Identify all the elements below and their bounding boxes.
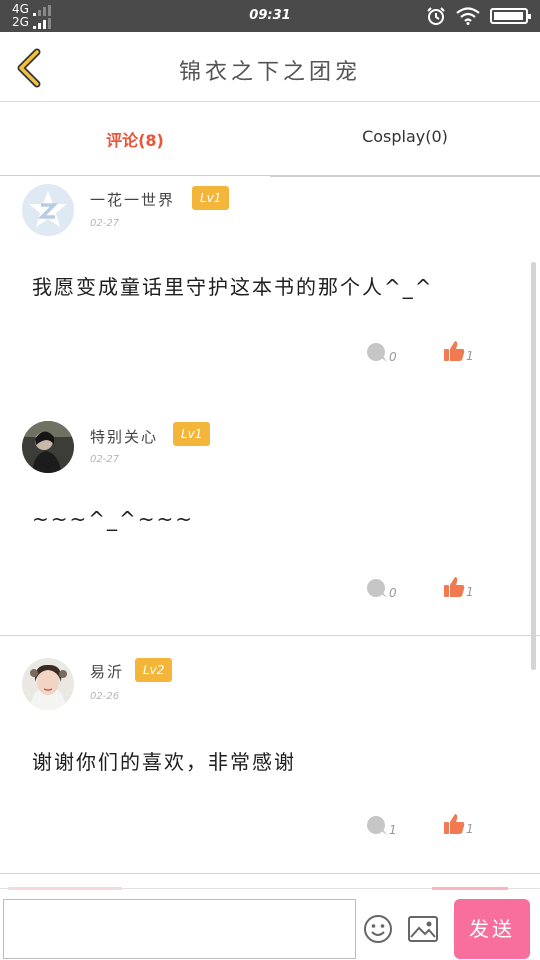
default-avatar-icon [22, 184, 74, 236]
tab-comments[interactable]: 评论(8) [0, 103, 270, 175]
user-photo-icon [22, 421, 74, 473]
comment-date: 02-27 [90, 454, 120, 465]
comment-bubble-icon [367, 579, 387, 598]
comment-text: 我愿变成童话里守护这本书的那个人^_^ [32, 275, 434, 299]
battery-level [494, 12, 523, 20]
thumbs-up-icon [444, 814, 465, 834]
like-button[interactable]: 1 [443, 340, 474, 362]
picture-icon [408, 916, 438, 942]
next-item-peek [432, 887, 508, 890]
next-item-peek [8, 887, 122, 890]
level-badge: Lv1 [173, 422, 211, 446]
comment-username[interactable]: 一花一世界 [90, 189, 175, 210]
avatar[interactable] [22, 184, 74, 236]
comment-text: ~~~^_^~~~ [32, 507, 195, 531]
alarm-icon [427, 7, 445, 25]
comment-item: 特别关心 Lv1 02-27 ~~~^_^~~~ 0 1 [0, 402, 540, 635]
like-button[interactable]: 1 [443, 813, 474, 835]
comment-composer: 发送 [0, 887, 540, 960]
level-badge: Lv2 [135, 658, 173, 682]
like-button[interactable]: 1 [443, 576, 474, 598]
comment-item: 易沂 Lv2 02-26 谢谢你们的喜欢，非常感谢 1 1 [0, 636, 540, 873]
tab-cosplay[interactable]: Cosplay(0) [270, 103, 540, 175]
send-button[interactable]: 发送 [454, 899, 530, 959]
user-photo-icon [22, 658, 74, 710]
comment-bubble-icon [367, 343, 387, 362]
emoji-button[interactable] [362, 913, 394, 945]
like-count: 1 [466, 585, 474, 599]
reply-count: 0 [389, 586, 397, 600]
thumbs-up-icon [444, 341, 465, 361]
comment-list[interactable]: 一花一世界 Lv1 02-27 我愿变成童话里守护这本书的那个人^_^ 0 1 … [0, 177, 540, 887]
reply-button[interactable]: 0 [366, 579, 397, 599]
avatar[interactable] [22, 421, 74, 473]
comment-username[interactable]: 特别关心 [90, 426, 158, 447]
tab-bar: 评论(8) Cosplay(0) [0, 103, 540, 177]
smiley-icon [364, 915, 392, 943]
comment-input[interactable] [3, 899, 356, 959]
image-button[interactable] [407, 915, 439, 943]
scrollbar[interactable] [531, 262, 536, 670]
app-header: 锦衣之下之团宠 [0, 32, 540, 102]
comment-text: 谢谢你们的喜欢，非常感谢 [32, 750, 296, 774]
like-count: 1 [466, 349, 474, 363]
reply-count: 0 [389, 350, 397, 364]
comment-item: 一花一世界 Lv1 02-27 我愿变成童话里守护这本书的那个人^_^ 0 1 [0, 177, 540, 402]
thumbs-up-icon [444, 577, 465, 597]
avatar[interactable] [22, 658, 74, 710]
wifi-icon [456, 7, 480, 25]
like-count: 1 [466, 822, 474, 836]
comment-date: 02-27 [90, 218, 120, 229]
comment-divider [0, 873, 540, 874]
comment-username[interactable]: 易沂 [90, 661, 124, 682]
status-bar: 4G 2G 09:31 [0, 0, 540, 32]
page-title: 锦衣之下之团宠 [178, 60, 361, 85]
comment-bubble-icon [367, 816, 387, 835]
level-badge: Lv1 [192, 186, 230, 210]
battery-icon [490, 8, 531, 24]
reply-count: 1 [389, 823, 397, 837]
reply-button[interactable]: 1 [366, 816, 397, 836]
reply-button[interactable]: 0 [366, 343, 397, 363]
comment-date: 02-26 [90, 691, 120, 702]
